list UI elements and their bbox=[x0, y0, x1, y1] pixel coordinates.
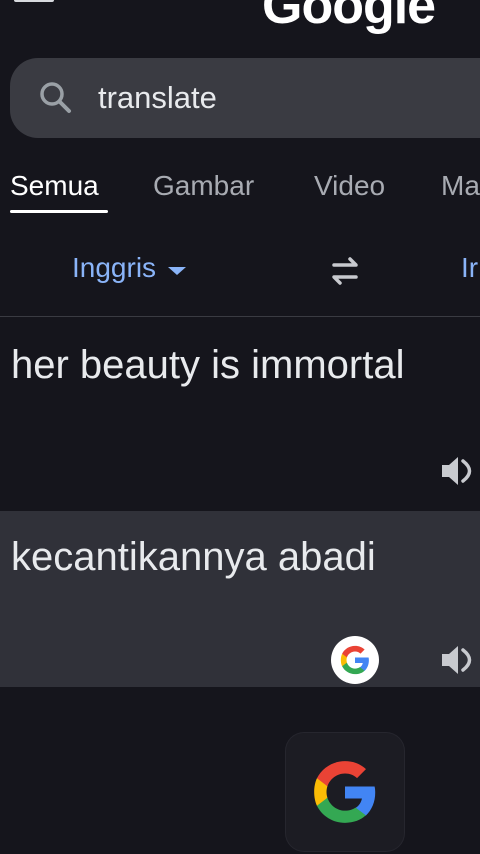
search-input[interactable]: translate bbox=[98, 80, 217, 116]
google-g-icon[interactable] bbox=[331, 636, 379, 684]
source-language-dropdown[interactable]: Inggris bbox=[72, 252, 187, 284]
search-tabs: Semua Gambar Video Ma bbox=[0, 170, 480, 220]
source-text-panel[interactable]: her beauty is immortal bbox=[0, 317, 480, 511]
tab-gambar[interactable]: Gambar bbox=[153, 170, 254, 202]
translation-result-panel: kecantikannya abadi bbox=[0, 511, 480, 687]
tab-more[interactable]: Ma bbox=[441, 170, 480, 202]
google-g-logo-icon bbox=[340, 645, 369, 675]
swap-arrows-icon[interactable] bbox=[326, 254, 364, 288]
target-language-dropdown[interactable]: Ir bbox=[461, 252, 478, 284]
google-g-logo-icon bbox=[314, 761, 376, 823]
active-tab-indicator bbox=[10, 210, 108, 213]
google-search-screen: Google translate Semua Gambar Video Ma I… bbox=[0, 0, 480, 854]
search-icon[interactable] bbox=[36, 78, 76, 118]
speaker-icon[interactable] bbox=[438, 451, 478, 491]
language-selector-row: Inggris Ir bbox=[0, 252, 480, 292]
google-app-button[interactable] bbox=[286, 733, 404, 851]
tab-video[interactable]: Video bbox=[314, 170, 385, 202]
hamburger-menu-icon[interactable] bbox=[14, 0, 54, 8]
speaker-icon[interactable] bbox=[438, 640, 478, 680]
translated-text: kecantikannya abadi bbox=[11, 535, 376, 579]
source-text[interactable]: her beauty is immortal bbox=[11, 343, 404, 388]
tab-semua[interactable]: Semua bbox=[10, 170, 99, 202]
chevron-down-icon bbox=[168, 267, 187, 275]
source-language-label: Inggris bbox=[72, 252, 157, 283]
search-bar[interactable]: translate bbox=[10, 58, 480, 138]
google-logo[interactable]: Google bbox=[262, 0, 436, 36]
